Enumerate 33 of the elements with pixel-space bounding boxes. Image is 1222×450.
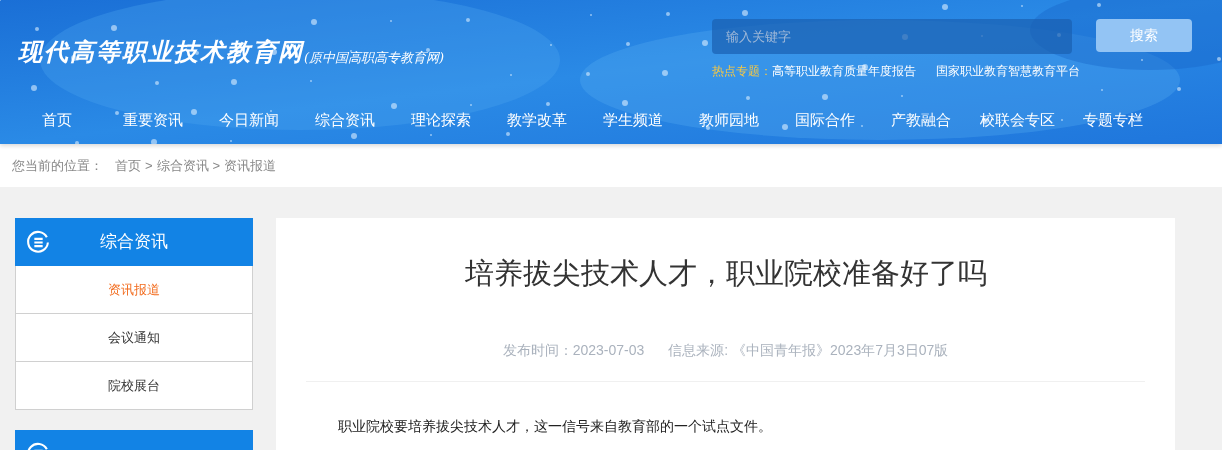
nav-link[interactable]: 首页 — [9, 100, 105, 140]
breadcrumb-link[interactable]: 综合资讯 — [156, 155, 209, 176]
sidebar-item[interactable]: 资讯报道 — [15, 266, 253, 314]
nav-link[interactable]: 教学改革 — [489, 100, 585, 140]
breadcrumb-label: 您当前的位置： — [12, 156, 103, 175]
hot-topic-link[interactable]: 高等职业教育质量年度报告 — [772, 62, 916, 80]
nav-link[interactable]: 综合资讯 — [297, 100, 393, 140]
sidebar-title: 综合资讯 — [100, 231, 168, 254]
sidebar-item[interactable]: 会议通知 — [15, 314, 253, 362]
publish-date: 发布时间：2023-07-03 — [502, 340, 645, 360]
nav-link[interactable]: 专题专栏 — [1065, 100, 1161, 140]
breadcrumb-separator: > — [145, 156, 153, 175]
search-button[interactable]: 搜索 — [1096, 19, 1192, 52]
breadcrumb-link[interactable]: 资讯报道 — [224, 155, 277, 176]
article-source: 信息来源: 《中国青年报》2023年7月3日07版 — [668, 340, 949, 360]
nav-link[interactable]: 国际合作 — [777, 100, 873, 140]
nav-link[interactable]: 产教融合 — [873, 100, 969, 140]
nav-link[interactable]: 理论探索 — [393, 100, 489, 140]
breadcrumb-separator: > — [212, 156, 221, 175]
nav-link[interactable]: 重要资讯 — [105, 100, 201, 140]
article-paragraph: 职业院校要培养拔尖技术人才，这一信号来自教育部的一个试点文件。 — [337, 416, 773, 436]
site-logo[interactable]: 现代高等职业技术教育网 — [18, 34, 304, 70]
nav-link[interactable]: 校联会专区 — [969, 100, 1065, 140]
hot-topics-label: 热点专题： — [712, 63, 772, 80]
nav-link[interactable]: 今日新闻 — [201, 100, 297, 140]
logo-subtitle: (原中国高职高专教育网) — [304, 49, 445, 67]
hot-topic-link[interactable]: 国家职业教育智慧教育平台 — [936, 62, 1080, 80]
nav-link[interactable]: 教师园地 — [681, 100, 777, 140]
breadcrumb-link[interactable]: 首页 — [115, 155, 141, 176]
search-field[interactable]: 输入关键字 — [712, 19, 1072, 54]
sidebar-item[interactable]: 院校展台 — [15, 362, 253, 410]
article-title: 培养拔尖技术人才，职业院校准备好了吗 — [463, 256, 988, 291]
nav-link[interactable]: 学生频道 — [585, 100, 681, 140]
